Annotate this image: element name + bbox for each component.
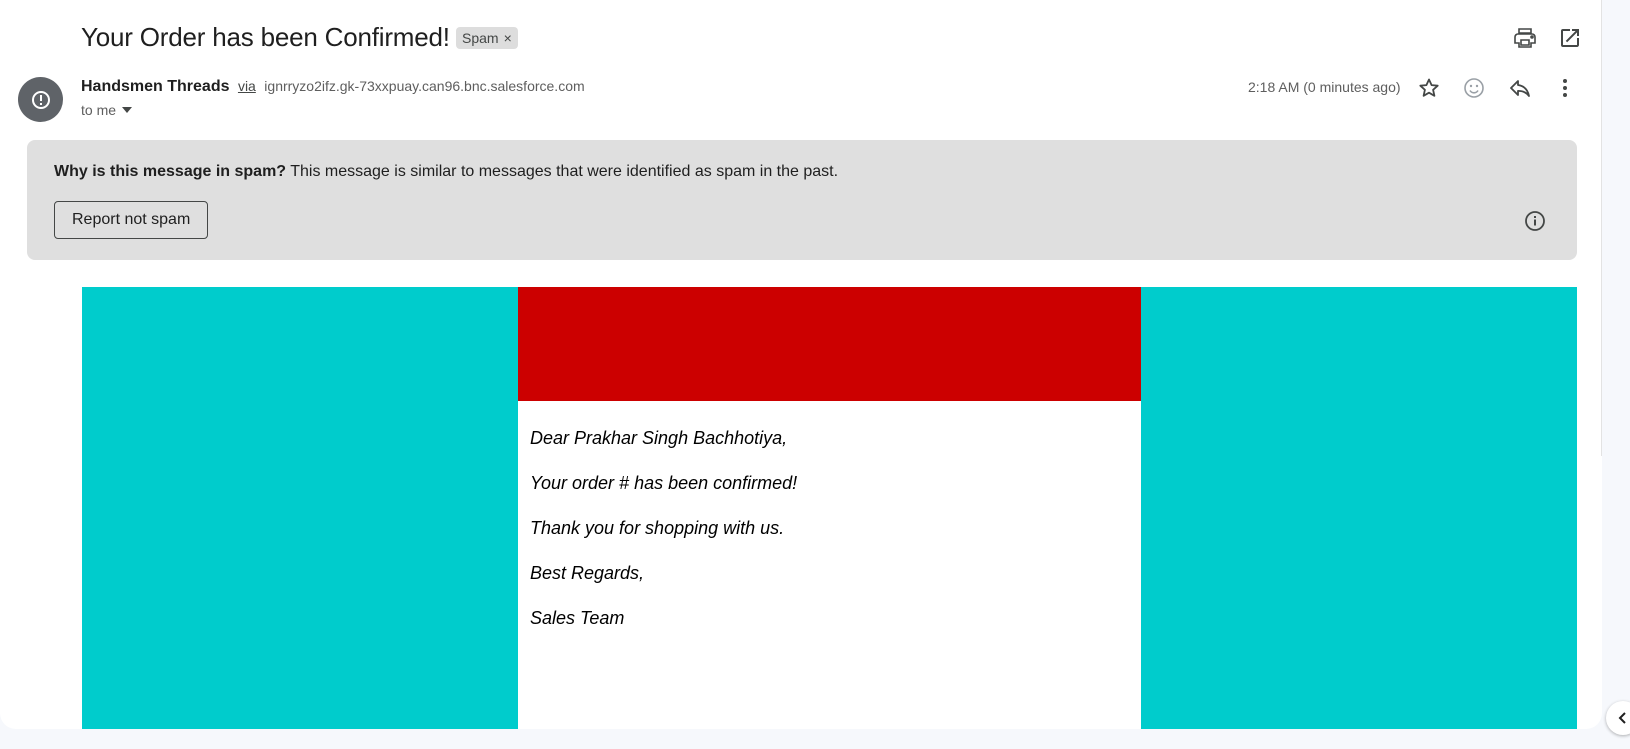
spam-notice: Why is this message in spam? This messag… — [27, 140, 1577, 260]
recipient-details[interactable]: to me — [81, 102, 133, 118]
message-panel: Dear Prakhar Singh Bachhotiya, Your orde… — [518, 287, 1141, 729]
more-vertical-icon[interactable] — [1553, 76, 1577, 100]
timestamp: 2:18 AM (0 minutes ago) — [1248, 79, 1401, 95]
reply-icon[interactable] — [1508, 76, 1532, 100]
message-content: Dear Prakhar Singh Bachhotiya, Your orde… — [530, 428, 797, 653]
report-not-spam-button[interactable]: Report not spam — [54, 201, 209, 239]
via-link[interactable]: via — [238, 78, 256, 94]
thank-you-line: Thank you for shopping with us. — [530, 518, 785, 538]
spam-notice-text: Why is this message in spam? This messag… — [54, 163, 838, 181]
vertical-scrollbar[interactable] — [1601, 0, 1602, 456]
remove-label-icon[interactable]: × — [504, 30, 512, 46]
recipient-text: to me — [81, 102, 117, 118]
email-subject: Your Order has been Confirmed! — [81, 22, 450, 52]
confirmation-line: Your order # has been confirmed! — [530, 473, 798, 493]
email-view: Your Order has been Confirmed! Spam × Ha… — [0, 0, 1602, 729]
teal-left-panel — [82, 287, 518, 729]
chevron-left-icon — [1618, 712, 1626, 724]
info-icon[interactable] — [1524, 210, 1546, 232]
star-icon[interactable] — [1417, 76, 1441, 100]
closing-line: Best Regards, — [530, 563, 645, 583]
caret-down-icon — [122, 107, 133, 113]
open-in-new-window-icon[interactable] — [1558, 26, 1582, 50]
spam-warning-icon — [31, 90, 50, 109]
sender-address: ignrryzo2ifz.gk-73xxpuay.can96.bnc.sales… — [264, 78, 585, 94]
spam-label-chip[interactable]: Spam × — [456, 27, 518, 49]
label-text: Spam — [462, 30, 499, 46]
email-body: Dear Prakhar Singh Bachhotiya, Your orde… — [82, 287, 1577, 729]
sender-name[interactable]: Handsmen Threads — [81, 78, 229, 95]
red-header-banner — [518, 287, 1141, 401]
spam-question: Why is this message in spam? — [54, 163, 287, 180]
print-icon[interactable] — [1513, 26, 1537, 50]
side-panel-toggle[interactable] — [1606, 701, 1630, 735]
sender-avatar — [18, 77, 63, 122]
spam-explanation: This message is similar to messages that… — [290, 163, 839, 180]
signature: Sales Team — [530, 608, 625, 628]
greeting: Dear Prakhar Singh Bachhotiya, — [530, 428, 788, 448]
teal-right-panel — [1141, 287, 1577, 729]
sender-line: Handsmen Threads via ignrryzo2ifz.gk-73x… — [81, 78, 585, 96]
emoji-reaction-icon[interactable] — [1462, 76, 1486, 100]
